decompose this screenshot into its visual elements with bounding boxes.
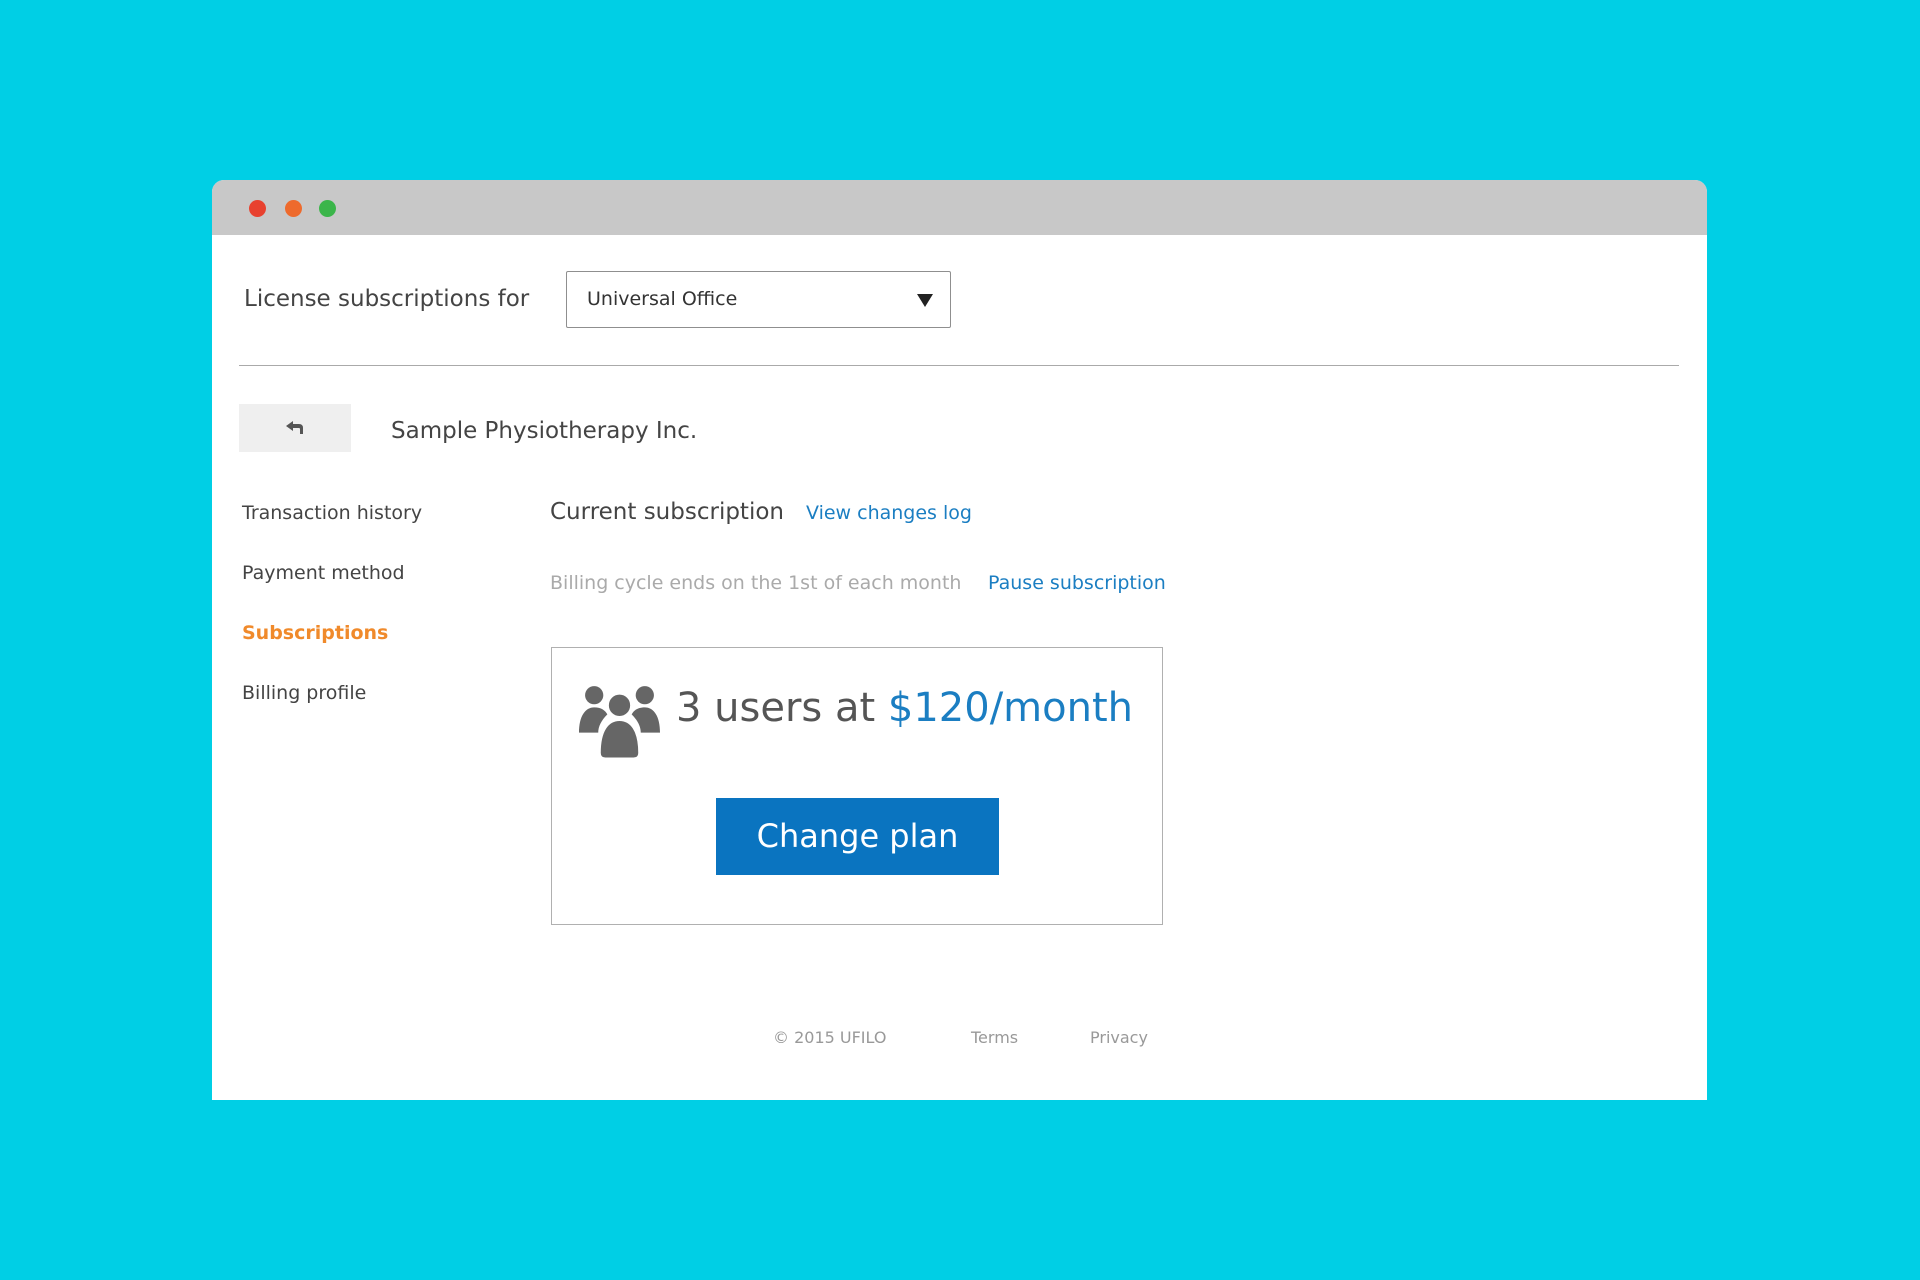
sidebar-item-payment-method[interactable]: Payment method: [242, 561, 502, 621]
plan-summary: 3 users at $120/month: [676, 684, 1133, 732]
current-subscription-title: Current subscription: [550, 499, 784, 525]
change-plan-button[interactable]: Change plan: [716, 798, 999, 875]
close-dot-icon[interactable]: [249, 200, 266, 217]
back-arrow-icon: [286, 421, 303, 434]
plan-card: 3 users at $120/month Change plan: [551, 647, 1163, 925]
window-titlebar: [212, 180, 1707, 235]
footer-privacy-link[interactable]: Privacy: [1090, 1028, 1148, 1048]
dropdown-arrow-icon: [917, 294, 933, 307]
sidebar-item-transaction-history[interactable]: Transaction history: [242, 501, 502, 561]
plan-price: $120/month: [887, 685, 1133, 731]
view-changes-log-link[interactable]: View changes log: [806, 501, 972, 525]
plan-users-text: 3 users at: [676, 685, 876, 731]
users-icon: [579, 686, 660, 759]
product-select[interactable]: Universal Office: [566, 271, 951, 328]
footer-terms-link[interactable]: Terms: [971, 1028, 1018, 1048]
footer-copyright: © 2015 UFILO: [773, 1028, 887, 1047]
browser-window: License subscriptions for Universal Offi…: [212, 180, 1707, 1100]
header-divider: [239, 365, 1679, 366]
minimize-dot-icon[interactable]: [285, 200, 302, 217]
back-button[interactable]: [239, 404, 351, 452]
sidebar-item-subscriptions[interactable]: Subscriptions: [242, 621, 502, 681]
maximize-dot-icon[interactable]: [319, 200, 336, 217]
product-select-value: Universal Office: [587, 288, 738, 310]
license-subscriptions-label: License subscriptions for: [244, 286, 530, 312]
sidebar-item-billing-profile[interactable]: Billing profile: [242, 681, 502, 741]
billing-cycle-note: Billing cycle ends on the 1st of each mo…: [550, 572, 962, 594]
sidebar-nav: Transaction history Payment method Subsc…: [242, 501, 502, 741]
pause-subscription-link[interactable]: Pause subscription: [988, 571, 1166, 595]
account-name: Sample Physiotherapy Inc.: [391, 418, 698, 444]
